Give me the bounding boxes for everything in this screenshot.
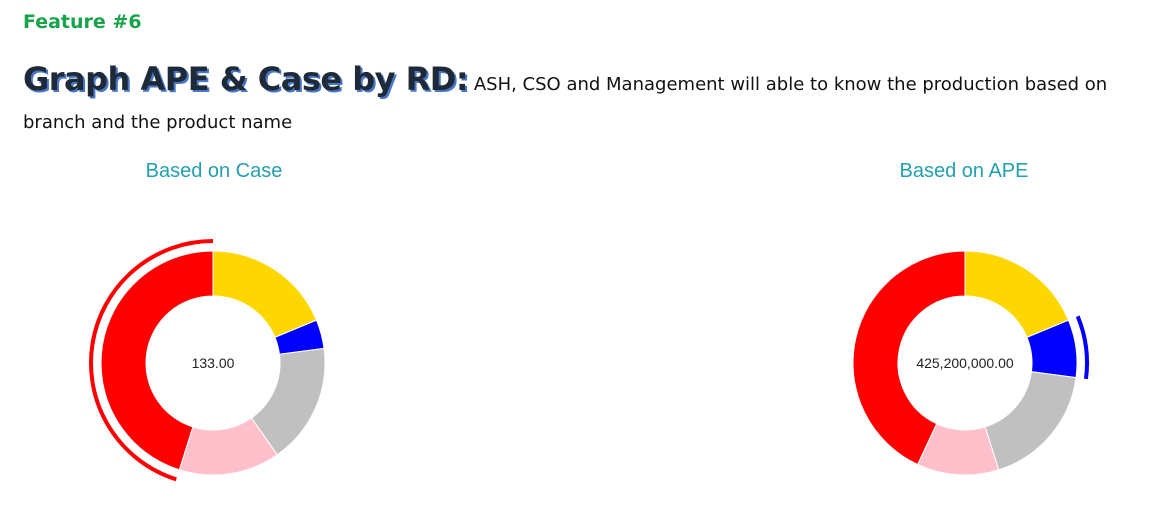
donut-slice[interactable] [212,250,318,339]
donut-center-value: 133.00 [192,355,235,371]
case-donut-chart[interactable]: 133.00 [0,0,1152,510]
ape-chart-title: Based on APE [899,160,1029,182]
